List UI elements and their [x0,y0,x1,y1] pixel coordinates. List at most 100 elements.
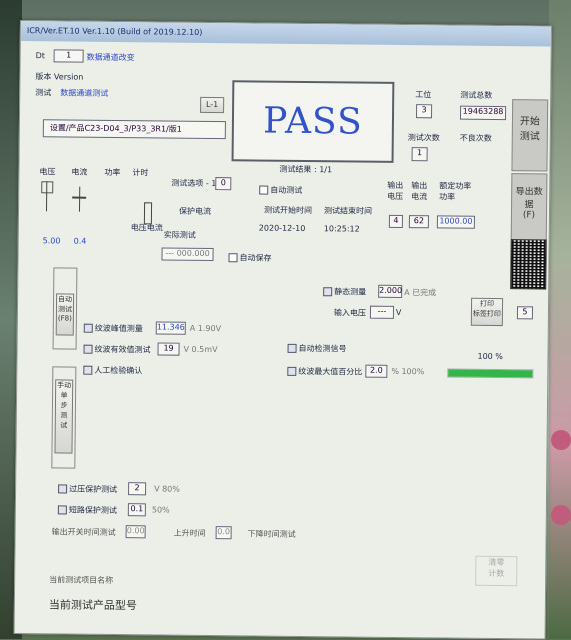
reading-current: 0.4 [73,236,87,246]
checkbox-icon [83,344,93,354]
footer-text: 当前测试产品型号 [48,598,137,613]
progress-fill [448,369,533,378]
b2-label: 短路保护测试 [68,505,117,516]
col-timer-label: 计时 [132,168,149,178]
checkbox-icon [259,185,269,195]
checkbox-icon [83,323,93,333]
row4-value[interactable]: 19 [157,342,180,356]
product-select[interactable]: 1 [53,49,84,63]
b2-value[interactable]: 0.1 [127,503,146,517]
product-name-field[interactable]: 设置/产品C23-D04_3/P33_3R1/版1 [42,119,226,140]
checkbox-icon [287,366,297,376]
station-label: 工位 [415,90,432,100]
col-power-label: 功率 [104,167,121,178]
col-b-value: 62 [408,215,429,229]
total-value: 19463288 [459,105,507,121]
total-label: 测试总数 [460,90,493,100]
row4[interactable]: 纹波有效值测试 [83,344,151,356]
row7[interactable]: 纹波最大值百分比 [287,366,362,378]
version-label: 版本 Version [35,72,84,82]
checkbox-icon [58,484,68,494]
current-slider[interactable] [72,196,87,199]
flower-decoration [551,505,571,525]
b1-value[interactable]: 2 [128,482,147,496]
desktop-right-edge [549,0,571,639]
result-label: 实际测试 [163,230,196,240]
reading-voltage: 5.00 [42,236,61,246]
row1-value[interactable]: 2.000 [378,284,403,299]
row1-unit: A 已完成 [404,288,437,298]
print-count[interactable]: 5 [516,306,534,320]
qr-code [510,239,547,290]
row2-label: 输入电压 [333,308,366,318]
col-c-value: 1000.00 [436,215,475,229]
app-window: ICR/Ver.ET.10 Ver.1.10 (Build of 2019.12… [13,20,552,640]
bottom-row-2[interactable]: 短路保护测试 [57,504,117,516]
checkbox-icon [57,505,67,515]
flower-decoration [551,430,571,450]
limit-label: 保护电流 [178,206,212,217]
date-label-1: 测试开始时间 [263,205,313,216]
checkbox-icon [287,343,297,353]
b3-value[interactable]: 0.00 [125,525,146,539]
row6-label: 自动检测信号 [298,343,347,354]
pass-label: 测试次数 [407,133,440,143]
row7-label: 纹波最大值百分比 [298,366,363,377]
row3[interactable]: 纹波峰值测量 [83,323,143,335]
b1-label: 过压保护测试 [69,484,118,495]
slider-track [78,186,81,212]
timer-slider[interactable] [143,202,153,225]
slider-track [45,181,48,212]
station-value: 3 [415,104,433,119]
checkbox-icon [228,253,238,263]
test-progress-bar [447,368,534,379]
row5[interactable]: 人工检验确认 [83,365,142,377]
row4-label: 纹波有效值测试 [94,344,151,355]
pass-value: 1 [411,147,428,162]
result-caption: 测试结果 : 1/1 [279,164,333,175]
level-button[interactable]: L-1 [200,96,225,114]
row4-unit: V 0.5mV [183,344,218,355]
auto-test-checkbox[interactable]: 自动测试 [259,185,302,196]
row5-label: 人工检验确认 [94,365,143,376]
b5-label: 下降时间测试 [247,529,296,539]
row7-value[interactable]: 2.0 [365,364,388,378]
col-current-label: 电流 [71,167,88,177]
reset-count-button[interactable]: 清零 计数 [475,555,518,587]
product-link[interactable]: 数据通道改变 [87,52,135,64]
row1[interactable]: 静态测量 [323,286,366,297]
bottom-row-1[interactable]: 过压保护测试 [58,483,117,495]
row6[interactable]: 自动检测信号 [287,343,347,355]
b2-unit: 50% [151,505,170,515]
test-label: 测试 [35,88,52,98]
b3-label: 输出开关时间测试 [51,527,116,538]
col-b-label: 输出 电流 [411,181,428,202]
auto-test-label: 自动测试 [270,185,303,195]
date-label-2: 测试结束时间 [323,206,373,216]
col-voltage-label: 电压 [39,167,56,177]
row2-value[interactable]: --- [369,305,395,319]
set-label: 测试选项 - 1 [171,178,217,189]
set-value[interactable]: 0 [215,177,232,191]
test-link[interactable]: 数据通道测试 [60,87,108,99]
row2-unit: V [395,307,402,318]
checkbox-icon [323,287,333,297]
row3-value[interactable]: 11.346 [155,321,186,335]
checkbox-icon [83,365,93,375]
export-data-button[interactable]: 导出数据 (F) [510,173,548,241]
progress-label: 100 % [477,351,503,362]
col-a-value: 4 [388,214,403,229]
auto-test-button[interactable]: 自动 测试 (F8) [55,293,75,336]
product-label: Dt [35,51,45,61]
start-test-button[interactable]: 开始 测试 [511,99,549,172]
print-label-button[interactable]: 打印 标签打印 [470,297,504,327]
auto-save-checkbox[interactable]: 自动保存 [228,252,272,263]
col-a-label: 输出 电压 [387,180,404,202]
manual-step-button[interactable]: 手动 单 步 测 试 [54,379,74,454]
b4-value[interactable]: 0.0 [215,526,232,540]
b4-label: 上升时间 [173,528,206,538]
footer-caption: 当前测试项目名称 [49,575,114,586]
result-status: PASS [231,80,395,163]
row3-unit: A 1.90V [189,323,222,334]
row3-label: 纹波峰值测量 [94,323,143,334]
